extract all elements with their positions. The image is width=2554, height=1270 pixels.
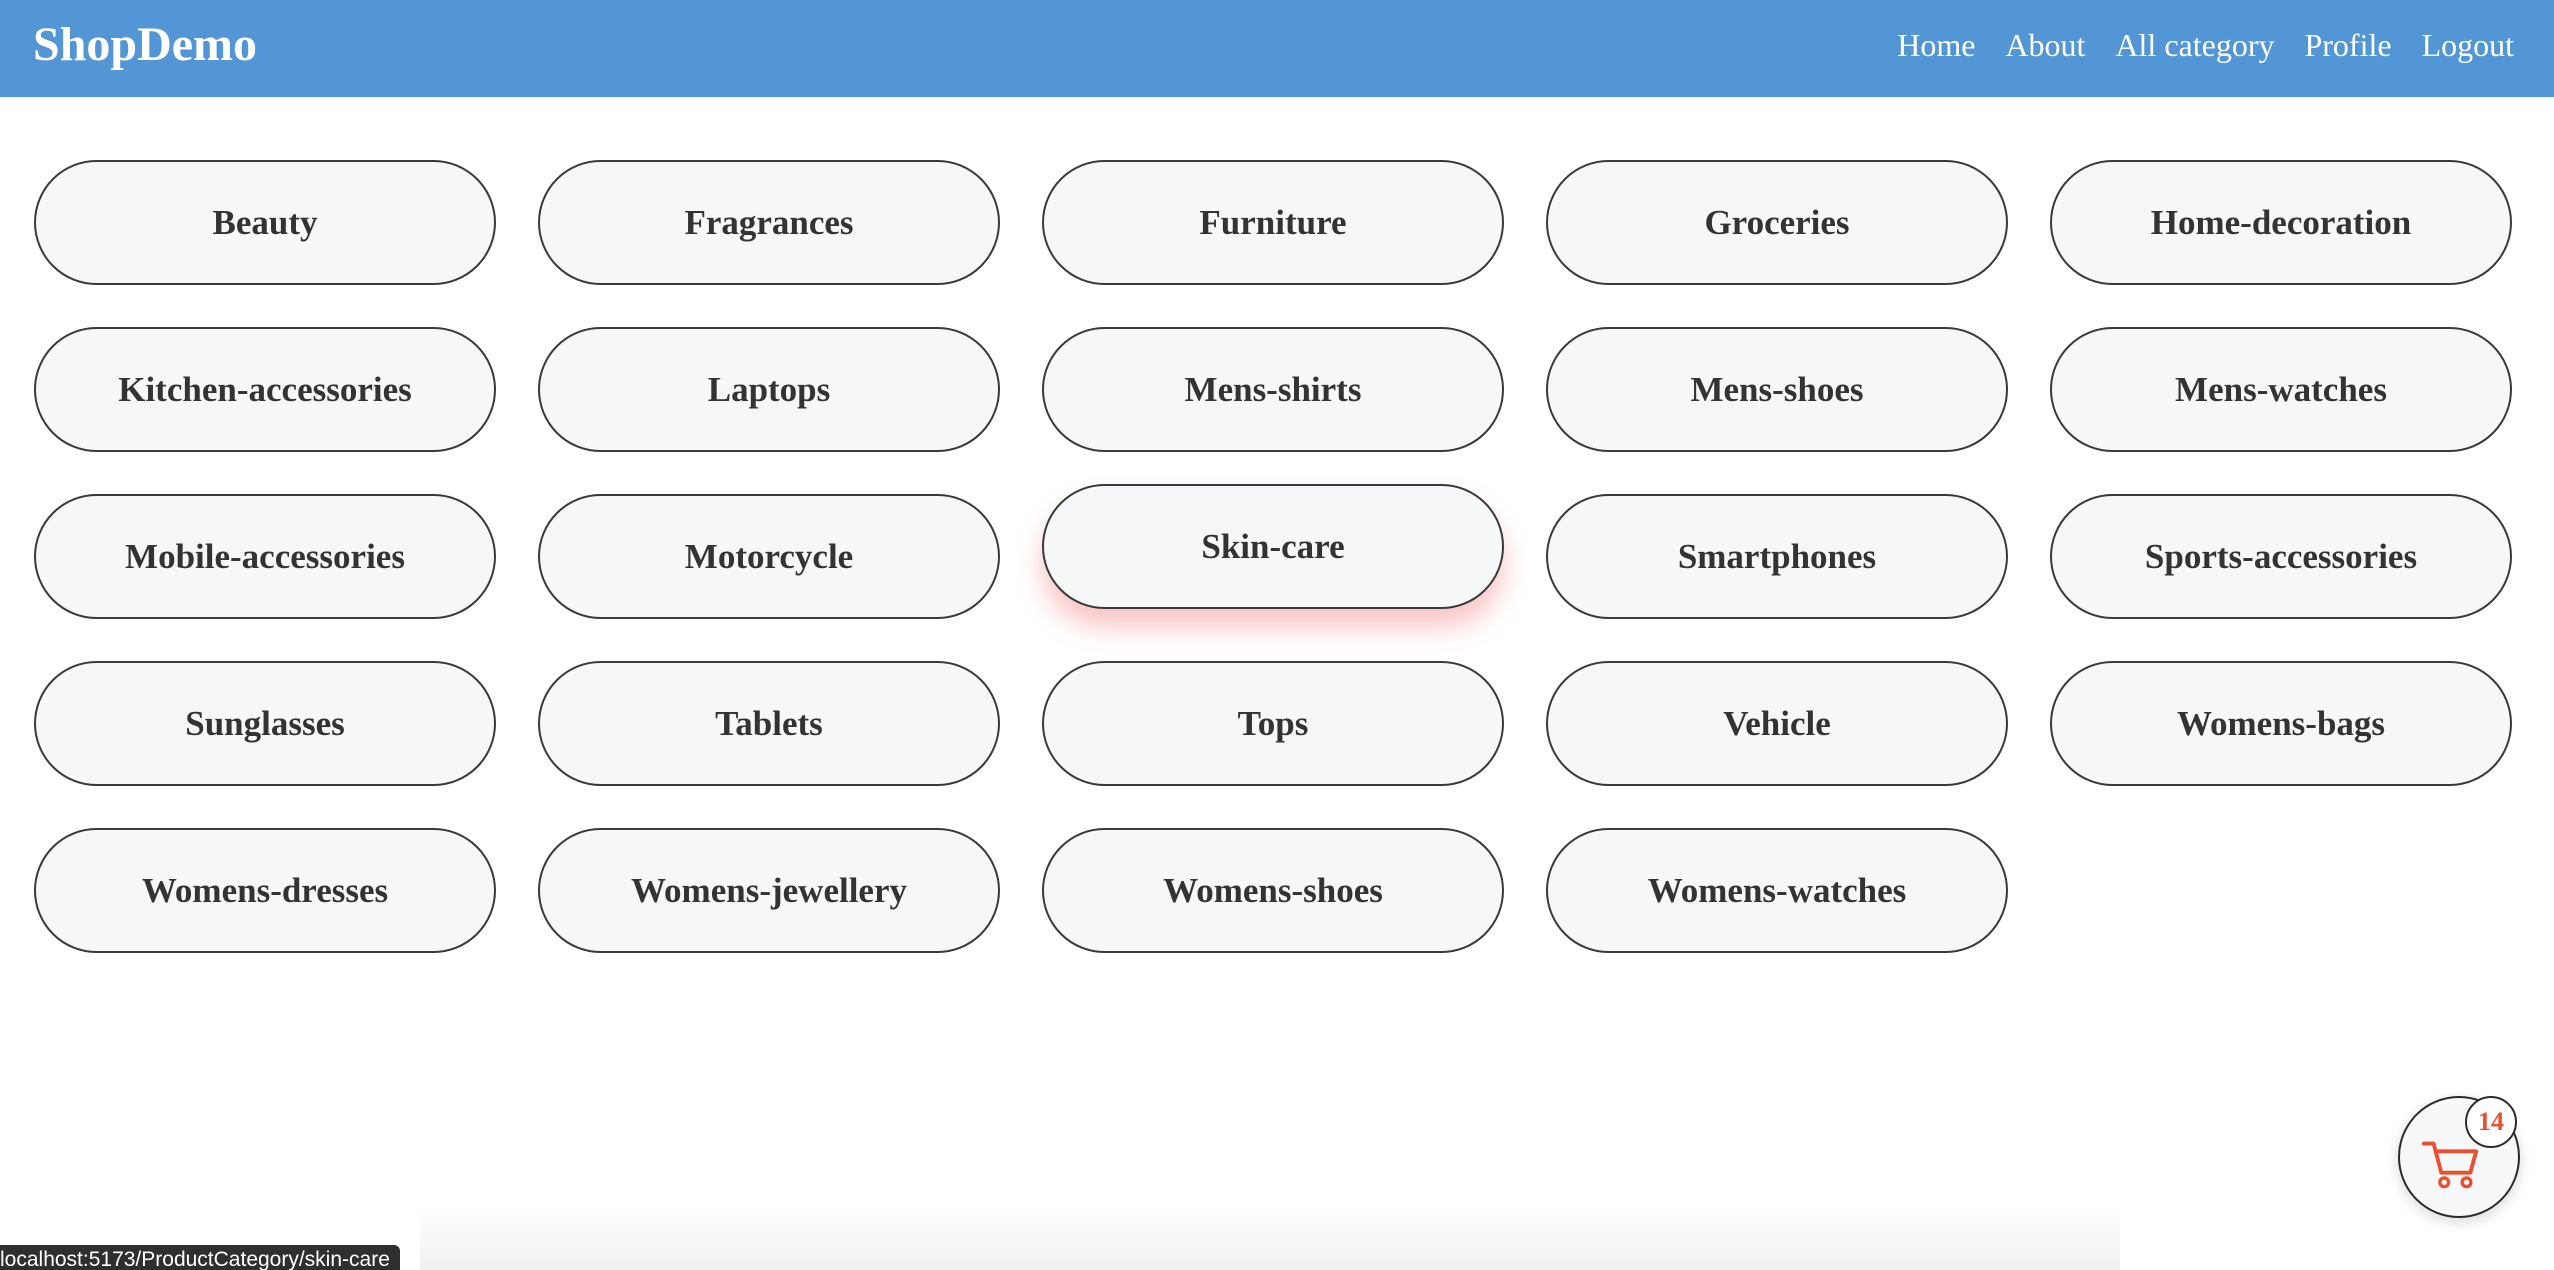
category-button-mens-shoes[interactable]: Mens-shoes [1546,327,2008,452]
nav-link-profile[interactable]: Profile [2304,22,2391,68]
category-button-womens-watches[interactable]: Womens-watches [1546,828,2008,953]
cart-count-badge: 14 [2465,1096,2517,1148]
category-button-smartphones[interactable]: Smartphones [1546,494,2008,619]
category-button-sports-accessories[interactable]: Sports-accessories [2050,494,2512,619]
nav-links: Home About All category Profile Logout [1897,22,2514,68]
nav-link-about[interactable]: About [2005,22,2085,68]
bottom-shadow [420,1205,2120,1270]
nav-link-all-category[interactable]: All category [2115,22,2274,68]
category-button-mens-watches[interactable]: Mens-watches [2050,327,2512,452]
category-button-kitchen-accessories[interactable]: Kitchen-accessories [34,327,496,452]
category-button-motorcycle[interactable]: Motorcycle [538,494,1000,619]
category-button-mobile-accessories[interactable]: Mobile-accessories [34,494,496,619]
category-button-womens-dresses[interactable]: Womens-dresses [34,828,496,953]
category-button-mens-shirts[interactable]: Mens-shirts [1042,327,1504,452]
category-button-vehicle[interactable]: Vehicle [1546,661,2008,786]
navbar: ShopDemo Home About All category Profile… [0,0,2554,97]
category-button-beauty[interactable]: Beauty [34,160,496,285]
category-button-tablets[interactable]: Tablets [538,661,1000,786]
category-button-groceries[interactable]: Groceries [1546,160,2008,285]
category-button-womens-jewellery[interactable]: Womens-jewellery [538,828,1000,953]
nav-link-logout[interactable]: Logout [2422,22,2514,68]
brand-logo[interactable]: ShopDemo [33,16,257,74]
category-button-womens-shoes[interactable]: Womens-shoes [1042,828,1504,953]
category-button-laptops[interactable]: Laptops [538,327,1000,452]
category-button-furniture[interactable]: Furniture [1042,160,1504,285]
category-button-home-decoration[interactable]: Home-decoration [2050,160,2512,285]
category-button-fragrances[interactable]: Fragrances [538,160,1000,285]
nav-link-home[interactable]: Home [1897,22,1975,68]
category-button-sunglasses[interactable]: Sunglasses [34,661,496,786]
cart-button[interactable]: 14 [2398,1096,2520,1218]
category-button-skin-care[interactable]: Skin-care [1042,484,1504,609]
category-button-womens-bags[interactable]: Womens-bags [2050,661,2512,786]
status-bar-url: localhost:5173/ProductCategory/skin-care [0,1245,400,1270]
category-button-tops[interactable]: Tops [1042,661,1504,786]
category-grid: Beauty Fragrances Furniture Groceries Home-d… [34,160,2514,953]
